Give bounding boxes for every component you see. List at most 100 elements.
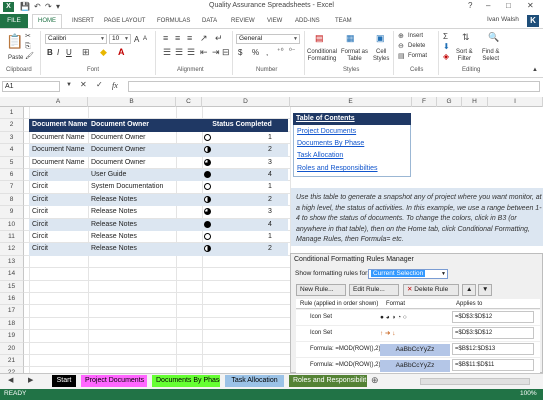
cut-icon[interactable]: ✂ [25,33,31,40]
merge-center-icon[interactable]: ⊟ [222,48,230,57]
rule-applies-to[interactable]: =$B$11:$D$11 [452,359,534,371]
column-header[interactable]: C [176,97,202,107]
conditional-formatting-button[interactable]: Conditional Formatting [307,49,337,63]
sheet-tab[interactable]: Roles and Responsibilit ... [289,375,367,387]
delete-cells-icon[interactable]: ⊖ [398,43,404,50]
find-select-button[interactable]: Find & Select [482,49,499,63]
copy-icon[interactable]: ⎘ [25,43,31,50]
cell-styles-icon[interactable]: ▣ [376,34,385,43]
sheet-tab[interactable]: Project Documents [81,375,147,387]
minimize-button[interactable]: – [486,1,490,10]
table-cell-name[interactable]: Circit [29,231,88,243]
align-right-icon[interactable]: ☰ [187,48,195,57]
table-cell-status[interactable]: 2 [176,144,288,157]
name-box[interactable]: A1 [2,81,60,92]
increase-decimal-icon[interactable]: ⁺⁰ [277,48,284,55]
table-cell-name[interactable]: Circit [29,181,88,193]
table-cell-name[interactable]: Circit [29,169,88,182]
tab-formulas[interactable]: FORMULAS [157,14,190,28]
format-as-table-icon[interactable]: ▦ [346,34,355,43]
row-header[interactable]: 8 [0,193,24,207]
font-size-select[interactable]: 10 ▼ [109,34,131,44]
table-cell-owner[interactable]: Release Notes [88,243,176,256]
close-button[interactable]: ✕ [527,1,534,10]
table-cell-name[interactable]: Document Name [29,144,88,157]
column-header[interactable]: I [488,97,543,107]
row-header[interactable]: 15 [0,280,24,293]
add-sheet-icon[interactable]: ⊕ [371,376,379,385]
number-format-select[interactable]: General ▼ [236,34,300,44]
comma-button[interactable]: , [266,48,268,57]
cell-styles-button[interactable]: Cell Styles [373,49,389,63]
tab-insert[interactable]: INSERT [72,14,94,28]
format-as-table-button[interactable]: Format as Table [341,49,368,63]
toc-link-documents-by-phase[interactable]: Documents By Phase [297,140,364,147]
tab-page-layout[interactable]: PAGE LAYOUT [104,14,145,28]
format-painter-icon[interactable]: 🖌 [25,53,34,60]
table-cell-owner[interactable]: System Documentation [88,181,176,193]
move-down-button[interactable]: ▼ [478,284,492,296]
help-icon[interactable]: ? [468,1,472,10]
shrink-font-icon[interactable]: A [143,36,147,42]
tab-view[interactable]: VIEW [267,14,282,28]
wrap-text-icon[interactable]: ↵ [215,34,223,43]
table-cell-name[interactable]: Circit [29,218,88,231]
scroll-right-icon[interactable]: ▶ [28,377,33,384]
sheet-tab[interactable]: Documents By Phase [152,375,220,387]
toc-link-project-documents[interactable]: Project Documents [297,128,356,135]
new-rule-button[interactable]: New Rule... [296,284,346,296]
edit-rule-button[interactable]: Edit Rule... [349,284,399,296]
row-header[interactable]: 13 [0,255,24,269]
row-header[interactable]: 19 [0,330,24,343]
paste-button[interactable]: Paste [8,55,23,61]
formula-input[interactable] [128,81,540,92]
insert-cells-icon[interactable]: ⊕ [398,33,404,40]
table-cell-name[interactable]: Document Name [29,157,88,169]
table-cell-status[interactable]: 1 [176,231,288,243]
table-cell-status[interactable]: 4 [176,218,288,231]
column-header[interactable]: B [88,97,176,107]
row-header[interactable]: 2 [0,119,24,132]
align-left-icon[interactable]: ☰ [163,48,171,57]
scroll-left-icon[interactable]: ◀ [8,377,13,384]
table-cell-owner[interactable]: Document Owner [88,157,176,169]
avatar[interactable]: K [527,15,539,27]
maximize-button[interactable]: □ [506,1,511,10]
format-button[interactable]: Format [408,53,427,59]
row-header[interactable]: 18 [0,317,24,331]
sort-filter-icon[interactable]: ⇅ [462,33,470,42]
tab-file[interactable]: FILE [0,14,28,28]
italic-button[interactable]: I [57,48,59,57]
zoom-level[interactable]: 100% [520,390,537,397]
row-header[interactable]: 5 [0,156,24,169]
row-header[interactable]: 12 [0,243,24,256]
column-header[interactable]: A [29,97,88,107]
row-header[interactable]: 4 [0,144,24,157]
align-center-icon[interactable]: ☰ [175,48,183,57]
rule-applies-to[interactable]: =$D$3:$D$12 [452,311,534,323]
show-rules-select[interactable]: Current Selection ▼ [368,269,448,279]
rule-row[interactable]: Icon Set ↑ ➔ ↓ =$D$3:$D$12 [296,326,540,342]
rule-applies-to[interactable]: =$B$12:$D$13 [452,343,534,355]
toc-link-roles[interactable]: Roles and Responsibilties [297,165,378,172]
fill-icon[interactable]: ⬇ [443,43,450,51]
rule-row[interactable]: Icon Set ● ◕ ◑ ◔ ○ =$D$3:$D$12 [296,310,540,326]
autosum-icon[interactable]: Σ [443,33,448,41]
row-header[interactable]: 10 [0,218,24,231]
table-cell-owner[interactable]: User Guide [88,169,176,182]
fill-color-icon[interactable]: ◆ [100,48,107,57]
paste-icon[interactable]: 📋 [6,34,23,48]
chevron-down-icon[interactable]: ▼ [66,82,72,88]
rule-row[interactable]: Formula: =MOD(ROW(),2) AaBbCcYyZz =$B$12:$… [296,342,540,358]
underline-button[interactable]: U [66,48,72,57]
insert-button[interactable]: Insert [408,33,423,39]
sort-filter-button[interactable]: Sort & Filter [456,49,473,63]
table-cell-owner[interactable]: Release Notes [88,206,176,218]
row-header[interactable]: 16 [0,293,24,306]
tab-review[interactable]: REVIEW [231,14,255,28]
table-cell-owner[interactable]: Document Owner [88,132,176,144]
toc-title[interactable]: Table of Contents [293,113,411,125]
horizontal-scrollbar[interactable] [420,378,530,385]
tab-home[interactable]: HOME [32,14,62,29]
table-cell-owner[interactable]: Release Notes [88,231,176,243]
